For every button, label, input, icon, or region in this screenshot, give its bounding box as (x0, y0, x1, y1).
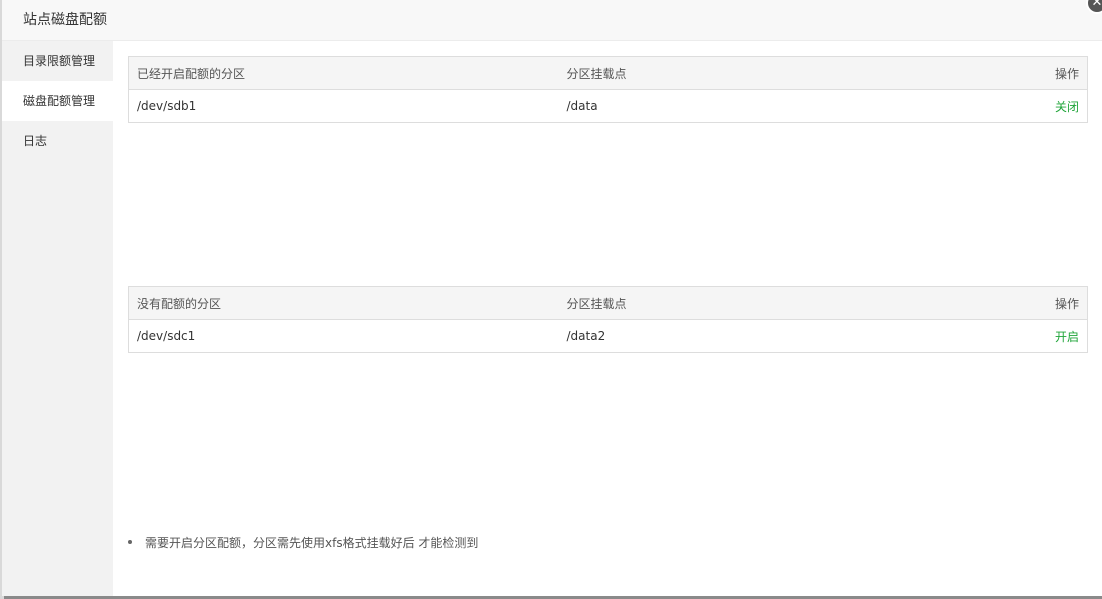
column-header-mount: 分区挂载点 (558, 56, 859, 90)
tip-text: 需要开启分区配额，分区需先使用xfs格式挂载好后 才能检测到 (145, 536, 479, 550)
main-content: 已经开启配额的分区 分区挂载点 操作 /dev/sdb1 /data 关闭 没有… (113, 41, 1102, 596)
column-header-action: 操作 (858, 56, 1088, 90)
disable-quota-button[interactable]: 关闭 (1055, 100, 1079, 114)
column-header-partition: 没有配额的分区 (128, 286, 559, 320)
table-header-row: 没有配额的分区 分区挂载点 操作 (128, 286, 1088, 320)
sidebar-item-disk-quota[interactable]: 磁盘配额管理 (2, 81, 113, 121)
mount-point-cell: /data2 (566, 329, 606, 343)
mount-point-cell: /data (566, 99, 598, 113)
column-header-action: 操作 (858, 286, 1088, 320)
enable-quota-button[interactable]: 开启 (1055, 330, 1079, 344)
enabled-quota-table: 已经开启配额的分区 分区挂载点 操作 /dev/sdb1 /data 关闭 (128, 56, 1088, 123)
site-disk-quota-dialog: 站点磁盘配额 目录限额管理 磁盘配额管理 日志 已经开启配额的分区 分区挂载点 … (2, 0, 1102, 596)
partition-cell: /dev/sdc1 (137, 329, 196, 343)
table-row: /dev/sdb1 /data 关闭 (129, 90, 1088, 123)
tips-list: 需要开启分区配额，分区需先使用xfs格式挂载好后 才能检测到 (128, 534, 478, 551)
partition-cell: /dev/sdb1 (137, 99, 197, 113)
bullet-icon (128, 540, 132, 544)
table-header-row: 已经开启配额的分区 分区挂载点 操作 (128, 56, 1088, 90)
sidebar: 目录限额管理 磁盘配额管理 日志 (2, 41, 113, 596)
dialog-title: 站点磁盘配额 (23, 12, 107, 28)
sidebar-item-log[interactable]: 日志 (2, 121, 113, 161)
column-header-mount: 分区挂载点 (558, 286, 859, 320)
sidebar-item-label: 日志 (23, 134, 48, 148)
tip-item: 需要开启分区配额，分区需先使用xfs格式挂载好后 才能检测到 (128, 534, 478, 551)
dialog-header: 站点磁盘配额 (2, 0, 1102, 41)
sidebar-item-directory-quota[interactable]: 目录限额管理 (2, 41, 113, 81)
table-row: /dev/sdc1 /data2 开启 (129, 320, 1088, 353)
column-header-partition: 已经开启配额的分区 (128, 56, 559, 90)
sidebar-item-label: 目录限额管理 (23, 54, 96, 68)
sidebar-item-label: 磁盘配额管理 (23, 94, 96, 108)
no-quota-table: 没有配额的分区 分区挂载点 操作 /dev/sdc1 /data2 开启 (128, 286, 1088, 353)
